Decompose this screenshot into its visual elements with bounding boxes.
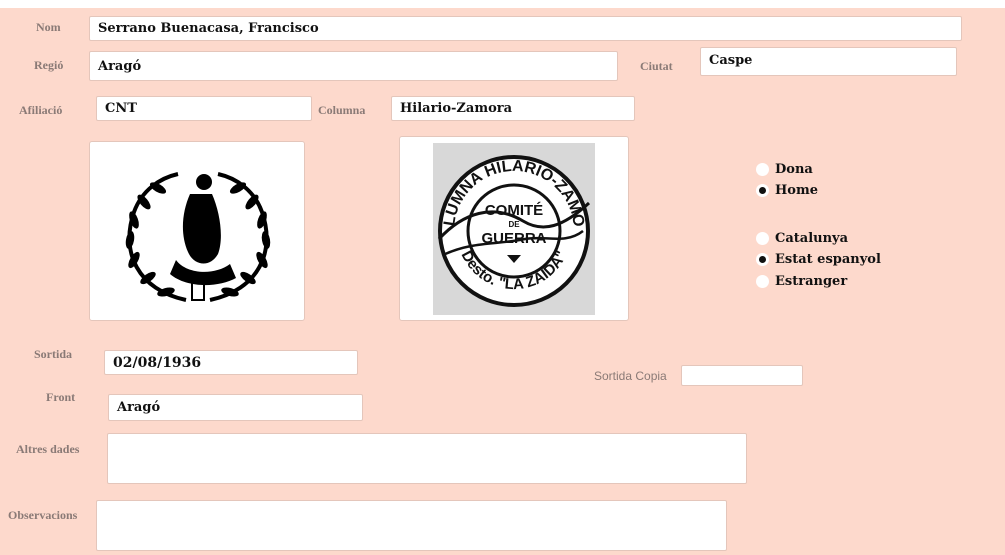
afiliacio-field[interactable]: CNT	[96, 96, 312, 121]
sortida-copia-field[interactable]	[681, 365, 803, 386]
sortida-field[interactable]: 02/08/1936	[104, 350, 358, 375]
radio-estranger-label: Estranger	[775, 274, 848, 289]
radio-estat-espanyol[interactable]: Estat espanyol	[756, 252, 881, 267]
radio-home-circle[interactable]	[756, 184, 769, 197]
radio-estat-espanyol-label: Estat espanyol	[775, 252, 881, 267]
altres-dades-label: Altres dades	[16, 442, 80, 456]
stamp-image-box: COLUMNA HILARIO-ZAMORA Desto. "LA ZAIDA"…	[399, 136, 629, 321]
radio-estat-espanyol-circle[interactable]	[756, 253, 769, 266]
nom-label: Nom	[36, 20, 61, 34]
observacions-label: Observacions	[8, 508, 78, 522]
radio-dona-circle[interactable]	[756, 163, 769, 176]
columna-label: Columna	[318, 103, 366, 117]
columna-field[interactable]: Hilario-Zamora	[391, 96, 635, 121]
sortida-copia-label: Sortida Copia	[594, 369, 667, 383]
radio-catalunya-label: Catalunya	[775, 231, 849, 246]
radio-catalunya[interactable]: Catalunya	[756, 231, 848, 246]
observacions-textarea[interactable]	[96, 500, 727, 551]
radio-dona[interactable]: Dona	[756, 162, 813, 177]
regio-label: Regió	[34, 58, 64, 72]
radio-home-label: Home	[775, 183, 818, 198]
regio-field[interactable]: Aragó	[89, 51, 618, 81]
radio-dona-label: Dona	[775, 162, 813, 177]
radio-home[interactable]: Home	[756, 183, 818, 198]
nom-field[interactable]: Serrano Buenacasa, Francisco	[89, 16, 962, 41]
altres-dades-textarea[interactable]	[107, 433, 747, 484]
radio-estranger-circle[interactable]	[756, 275, 769, 288]
laurel-wreath-emblem-icon	[125, 172, 271, 302]
stamp-de-text: DE	[508, 220, 520, 229]
radio-estranger[interactable]: Estranger	[756, 274, 847, 289]
front-field[interactable]: Aragó	[108, 394, 363, 421]
sortida-label: Sortida	[34, 347, 73, 361]
ciutat-field[interactable]: Caspe	[700, 47, 957, 76]
emblem-image-box	[89, 141, 305, 321]
ciutat-label: Ciutat	[640, 59, 673, 73]
radio-catalunya-circle[interactable]	[756, 232, 769, 245]
front-label: Front	[46, 390, 76, 404]
committee-stamp-icon: COLUMNA HILARIO-ZAMORA Desto. "LA ZAIDA"…	[433, 143, 595, 315]
afiliacio-label: Afiliació	[19, 103, 63, 117]
